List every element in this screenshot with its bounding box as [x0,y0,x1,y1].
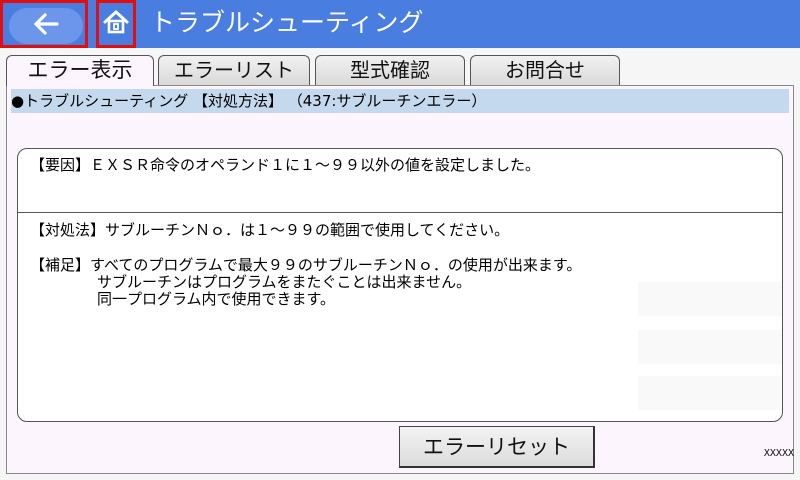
tab-error-display[interactable]: エラー表示 [6,55,154,86]
supplement-line-1: 【補足】すべてのプログラムで最大９９のサブルーチンＮｏ．の使用が出来ます。 [30,256,582,274]
tab-model-check[interactable]: 型式確認 [315,55,465,85]
blank-slot-1 [638,282,782,316]
supplement-line-2: サブルーチンはプログラムをまたぐことは出来ません。 [97,273,472,291]
home-button[interactable] [96,0,136,48]
remedy-text: 【対処法】サブルーチンＮｏ．は１～９９の範囲で使用してください。 [30,221,510,239]
back-button-pill[interactable] [9,8,83,44]
home-icon [103,10,129,38]
screen-code: XXXXX [763,448,794,459]
tab-contact[interactable]: お問合せ [470,55,620,85]
back-button[interactable] [0,0,88,48]
cause-text: 【要因】ＥＸＳＲ命令のオペランド１に１～９９以外の値を設定しました。 [30,156,541,174]
supplement-line-3: 同一プログラム内で使用できます。 [97,290,336,308]
tab-error-list[interactable]: エラーリスト [158,55,310,85]
error-detail-panel: 【要因】ＥＸＳＲ命令のオペランド１に１～９９以外の値を設定しました。 【対処法】… [17,148,783,422]
panel-divider [18,212,782,213]
page-title: トラブルシューティング [150,8,424,37]
title-bar: トラブルシューティング [0,0,800,48]
troubleshooting-info-bar: ●トラブルシューティング 【対処方法】 （437:サブルーチンエラー） [11,89,789,113]
error-reset-button[interactable]: エラーリセット [399,426,595,468]
blank-slot-2 [638,330,782,364]
arrow-left-icon [33,13,59,39]
blank-slot-3 [638,376,782,410]
